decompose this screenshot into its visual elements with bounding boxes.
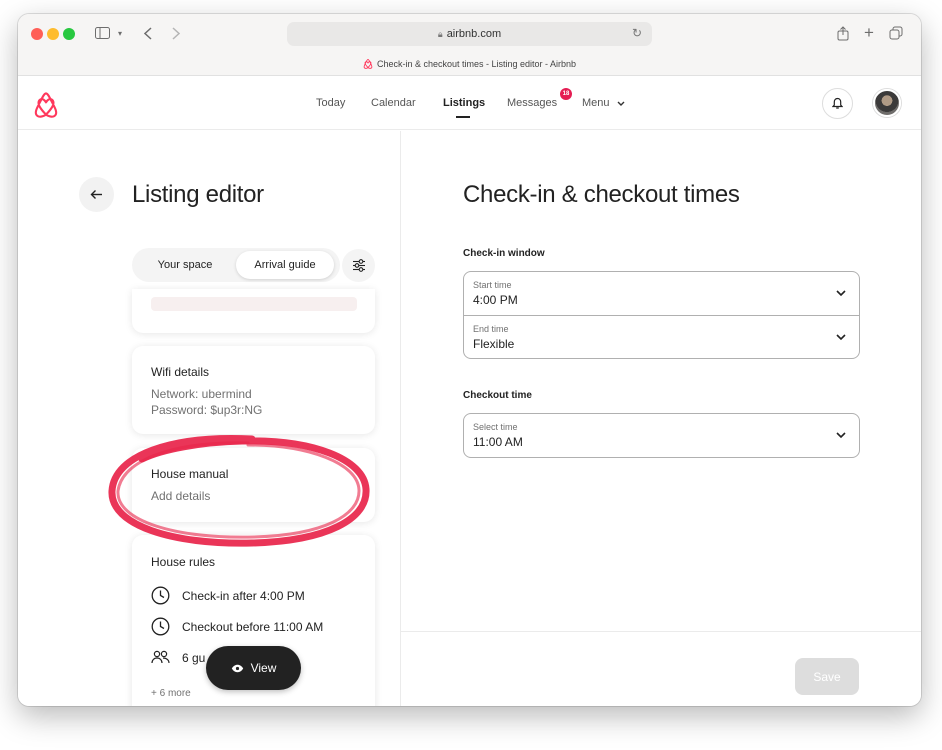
airbnb-favicon-icon bbox=[363, 58, 373, 69]
rule-checkout: Checkout before 11:00 AM bbox=[151, 617, 323, 636]
end-time-label: End time bbox=[473, 324, 509, 334]
chevron-down-icon bbox=[836, 290, 846, 297]
avatar[interactable] bbox=[873, 89, 901, 117]
save-button[interactable]: Save bbox=[795, 658, 859, 695]
site-header: Today Calendar Listings Messages 18 Menu bbox=[18, 76, 921, 130]
nav-menu[interactable]: Menu bbox=[582, 97, 625, 109]
back-nav-icon[interactable] bbox=[138, 22, 158, 44]
nav-listings[interactable]: Listings bbox=[443, 97, 485, 109]
minimize-window-button[interactable] bbox=[47, 28, 59, 40]
tab-title[interactable]: Check-in & checkout times - Listing edit… bbox=[18, 58, 921, 69]
arrow-left-icon bbox=[90, 190, 102, 199]
checkout-time-value: 11:00 AM bbox=[473, 435, 523, 449]
main-nav: Today Calendar Listings Messages 18 Menu bbox=[18, 76, 921, 130]
rule-text: Check-in after 4:00 PM bbox=[182, 588, 305, 603]
tab-your-space[interactable]: Your space bbox=[136, 251, 234, 279]
wifi-card-title: Wifi details bbox=[151, 365, 210, 379]
address-bar[interactable]: 🔒︎ airbnb.com ↻ bbox=[287, 22, 652, 46]
end-time-value: Flexible bbox=[473, 337, 515, 351]
rule-text: 6 gu bbox=[182, 650, 206, 665]
chevron-down-icon[interactable]: ▾ bbox=[115, 22, 125, 44]
nav-messages[interactable]: Messages bbox=[507, 97, 557, 109]
sliders-icon bbox=[352, 259, 365, 272]
house-manual-title: House manual bbox=[151, 467, 229, 481]
notifications-button[interactable] bbox=[822, 88, 853, 119]
card-preview-strip bbox=[151, 297, 357, 311]
bell-icon bbox=[832, 97, 843, 109]
checkout-select-label: Select time bbox=[473, 422, 518, 432]
section-title: Check-in & checkout times bbox=[463, 181, 740, 208]
reload-icon[interactable]: ↻ bbox=[632, 26, 642, 40]
chevron-down-icon bbox=[836, 334, 846, 341]
checkin-window-label: Check-in window bbox=[463, 248, 545, 259]
end-time-select[interactable]: End time Flexible bbox=[464, 315, 859, 358]
browser-toolbar: ▾ 🔒︎ airbnb.com ↻ + Check-in & checkout … bbox=[18, 14, 921, 76]
clock-icon bbox=[151, 586, 170, 605]
sidebar-toggle-icon[interactable] bbox=[92, 22, 112, 44]
clock-icon bbox=[151, 617, 170, 636]
chevron-down-icon bbox=[836, 432, 846, 439]
zoom-window-button[interactable] bbox=[63, 28, 75, 40]
checkout-time-select[interactable]: Select time 11:00 AM bbox=[464, 414, 859, 457]
nav-calendar[interactable]: Calendar bbox=[371, 97, 416, 109]
rule-guests: 6 gu bbox=[151, 648, 205, 667]
nav-today[interactable]: Today bbox=[316, 97, 345, 109]
back-button[interactable] bbox=[79, 177, 114, 212]
start-time-label: Start time bbox=[473, 280, 512, 290]
checkin-settings-panel: Check-in & checkout times Check-in windo… bbox=[401, 131, 921, 706]
active-nav-indicator bbox=[456, 116, 470, 118]
url-text: airbnb.com bbox=[446, 28, 502, 40]
tab-title-text: Check-in & checkout times - Listing edit… bbox=[376, 58, 577, 69]
view-button-label: View bbox=[250, 661, 277, 675]
share-icon[interactable] bbox=[834, 22, 852, 44]
wifi-password: Password: $up3r:NG bbox=[151, 403, 263, 417]
browser-window: ▾ 🔒︎ airbnb.com ↻ + Check-in & checkout … bbox=[18, 14, 921, 706]
house-manual-card[interactable]: House manual Add details bbox=[132, 448, 375, 522]
checkin-window-group: Start time 4:00 PM End time Flexible bbox=[463, 271, 860, 359]
rule-text: Checkout before 11:00 AM bbox=[182, 619, 324, 634]
listing-editor-panel: Listing editor Your space Arrival guide … bbox=[18, 131, 400, 706]
chevron-down-icon bbox=[617, 101, 625, 106]
checkout-time-label: Checkout time bbox=[463, 390, 532, 401]
new-tab-icon[interactable]: + bbox=[860, 22, 878, 44]
page-title: Listing editor bbox=[132, 181, 264, 208]
checkout-time-group: Select time 11:00 AM bbox=[463, 413, 860, 458]
nav-menu-label: Menu bbox=[582, 97, 610, 109]
arrival-card-partial[interactable] bbox=[132, 289, 375, 333]
eye-icon bbox=[231, 664, 243, 672]
wifi-network: Network: ubermind bbox=[151, 387, 252, 401]
filter-button[interactable] bbox=[342, 249, 375, 282]
tab-arrival-guide[interactable]: Arrival guide bbox=[236, 251, 334, 279]
wifi-details-card[interactable]: Wifi details Network: ubermind Password:… bbox=[132, 346, 375, 434]
house-manual-text: Add details bbox=[151, 489, 211, 503]
tab-overview-icon[interactable] bbox=[887, 22, 905, 44]
close-window-button[interactable] bbox=[31, 28, 43, 40]
messages-badge: 18 bbox=[560, 88, 572, 100]
guests-icon bbox=[151, 648, 170, 667]
view-button[interactable]: View bbox=[206, 646, 301, 690]
rule-checkin: Check-in after 4:00 PM bbox=[151, 586, 305, 605]
house-rules-title: House rules bbox=[151, 555, 216, 569]
start-time-value: 4:00 PM bbox=[473, 293, 518, 307]
footer-divider bbox=[401, 631, 921, 632]
forward-nav-icon[interactable] bbox=[166, 22, 186, 44]
segmented-control: Your space Arrival guide bbox=[132, 248, 340, 282]
start-time-select[interactable]: Start time 4:00 PM bbox=[464, 272, 859, 315]
more-rules-link[interactable]: + 6 more bbox=[151, 688, 191, 699]
lock-icon: 🔒︎ bbox=[437, 28, 443, 39]
